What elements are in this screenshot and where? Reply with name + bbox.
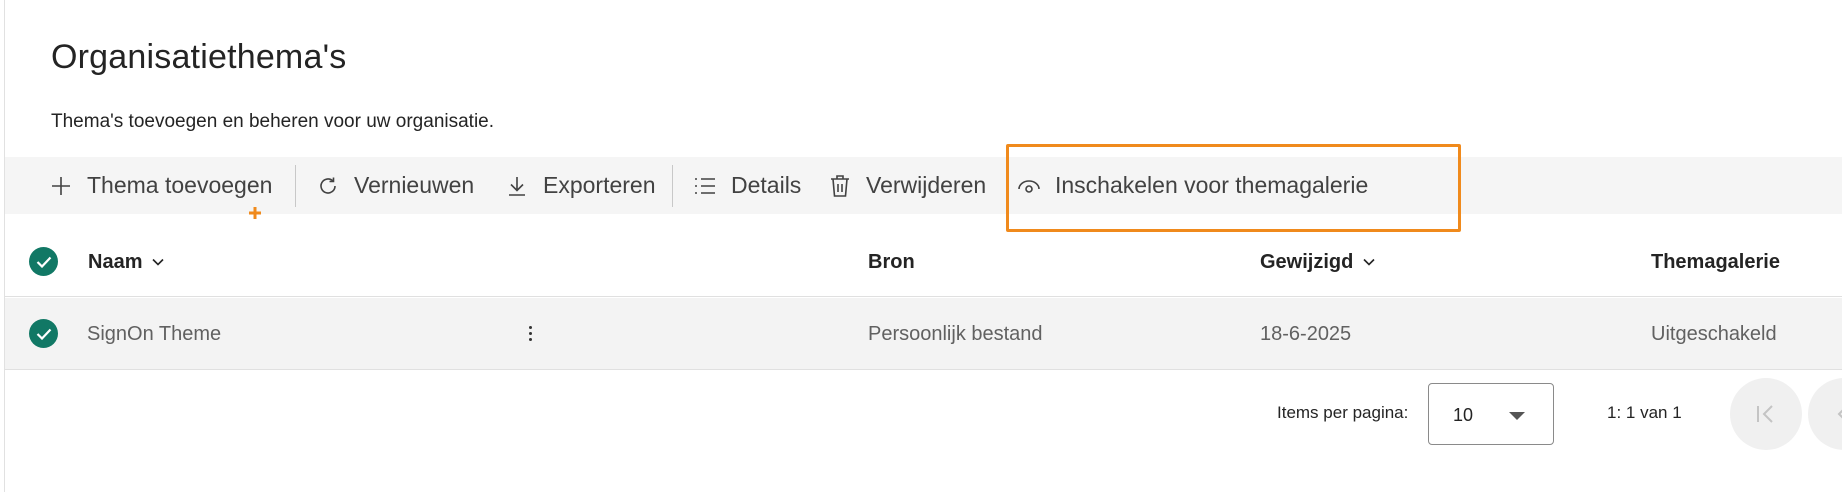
refresh-label: Vernieuwen <box>354 172 475 198</box>
page-subtitle: Thema's toevoegen en beheren voor uw org… <box>51 111 495 132</box>
export-button[interactable]: Exporteren <box>505 157 656 214</box>
export-label: Exporteren <box>543 172 656 198</box>
first-page-button[interactable] <box>1730 378 1802 450</box>
column-source-label: Bron <box>868 250 915 273</box>
caret-down-icon <box>1509 412 1525 420</box>
pagination-range: 1: 1 van 1 <box>1607 403 1682 422</box>
chevron-left-icon <box>1837 409 1842 419</box>
checkmark-icon <box>36 256 51 268</box>
table-row[interactable]: SignOn Theme Persoonlijk bestand 18-6-20… <box>5 298 1842 370</box>
chevron-down-icon <box>152 258 165 266</box>
chevron-down-icon <box>1363 258 1375 266</box>
enable-gallery-button[interactable]: Inschakelen voor themagalerie <box>1017 157 1368 214</box>
plus-icon <box>49 174 73 198</box>
toolbar-separator <box>672 165 673 207</box>
delete-button[interactable]: Verwijderen <box>828 157 986 214</box>
list-icon <box>693 174 717 198</box>
refresh-icon <box>316 174 340 198</box>
items-per-page-select[interactable]: 10 <box>1428 383 1554 445</box>
command-bar: Thema toevoegen Vernieuwen Exporteren De… <box>5 157 1842 214</box>
enable-gallery-label: Inschakelen voor themagalerie <box>1055 172 1369 198</box>
table-header: Naam Bron Gewijzigd Themagalerie <box>5 227 1842 297</box>
refresh-button[interactable]: Vernieuwen <box>316 157 474 214</box>
column-name-label: Naam <box>88 250 143 273</box>
column-header-modified[interactable]: Gewijzigd <box>1260 227 1375 297</box>
orange-plus-marker <box>248 206 262 225</box>
details-button[interactable]: Details <box>693 157 801 214</box>
more-options-icon[interactable] <box>520 320 540 346</box>
column-header-source: Bron <box>868 227 915 297</box>
first-page-icon <box>1757 405 1773 423</box>
row-checkbox[interactable] <box>29 319 58 348</box>
trash-icon <box>828 174 852 198</box>
column-gallery-label: Themagalerie <box>1651 250 1780 273</box>
toolbar-separator <box>295 165 296 207</box>
add-theme-button[interactable]: Thema toevoegen <box>49 157 272 214</box>
details-label: Details <box>731 172 802 198</box>
page-title: Organisatiethema's <box>51 38 347 76</box>
select-all-checkbox[interactable] <box>29 247 58 276</box>
cell-source: Persoonlijk bestand <box>868 322 1043 345</box>
column-header-name[interactable]: Naam <box>88 227 165 297</box>
column-modified-label: Gewijzigd <box>1260 250 1354 273</box>
items-per-page-value: 10 <box>1453 405 1474 425</box>
checkmark-icon <box>36 328 51 340</box>
column-header-gallery: Themagalerie <box>1651 227 1780 297</box>
cell-name: SignOn Theme <box>87 322 222 345</box>
delete-label: Verwijderen <box>866 172 987 198</box>
download-icon <box>505 174 529 198</box>
add-theme-label: Thema toevoegen <box>87 172 273 198</box>
eye-icon <box>1017 174 1041 198</box>
cell-modified: 18-6-2025 <box>1260 322 1352 345</box>
items-per-page-label: Items per pagina: <box>1277 403 1409 422</box>
cell-gallery: Uitgeschakeld <box>1651 322 1777 345</box>
previous-page-button[interactable] <box>1808 378 1842 450</box>
